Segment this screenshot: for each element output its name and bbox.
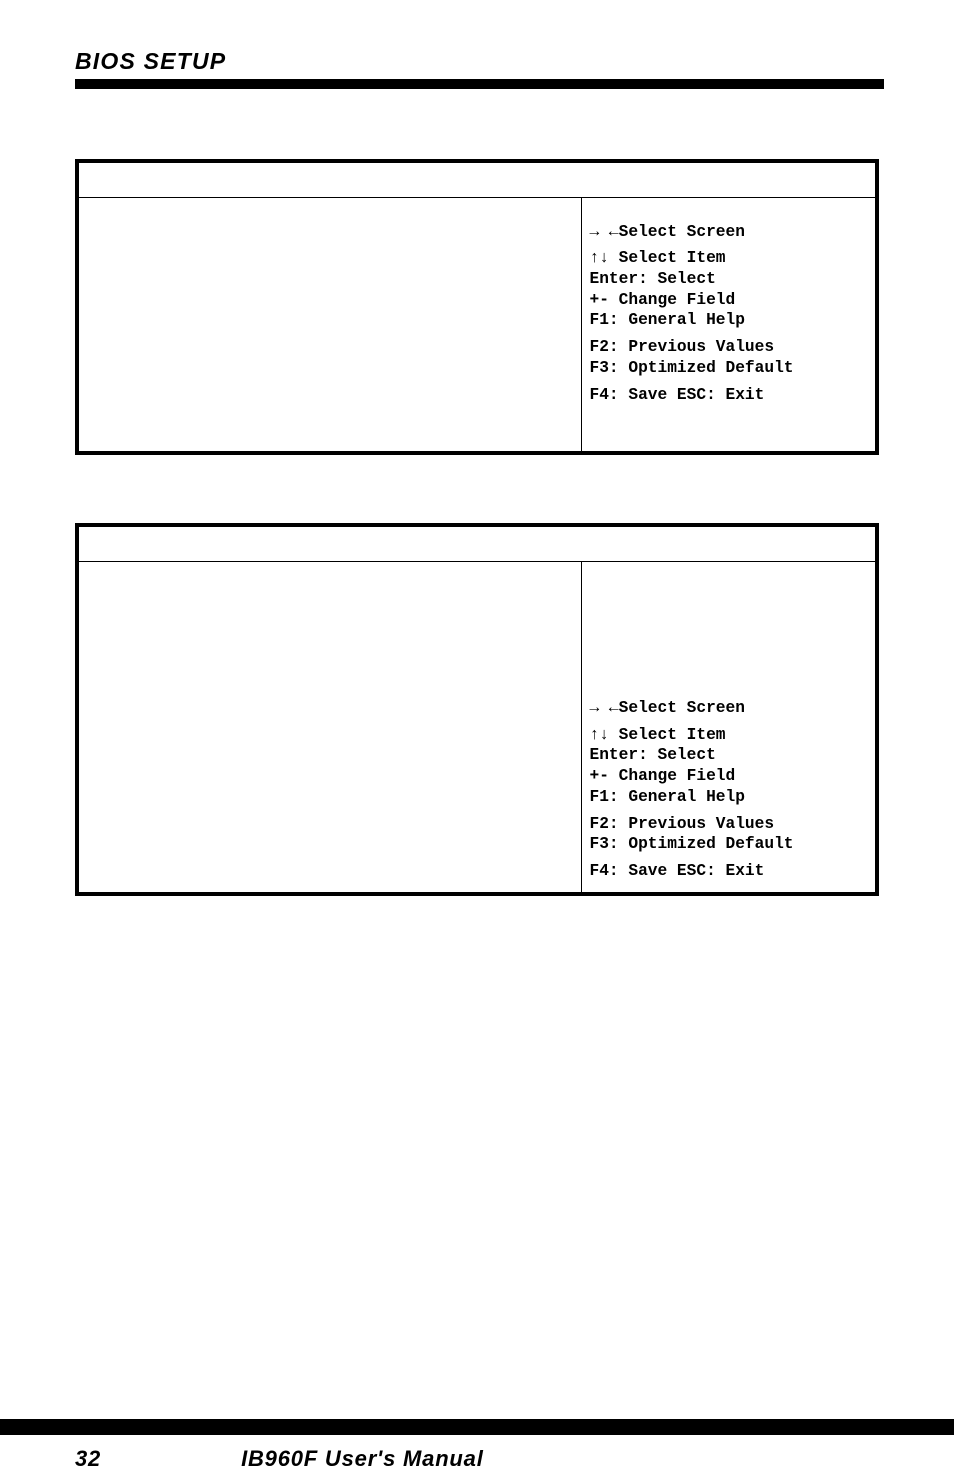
help-block: → ←Select Screen ↑↓ Select Item Enter: S…	[590, 204, 868, 442]
table-header-row	[77, 161, 877, 197]
table-header-cell	[77, 525, 877, 561]
table-help-cell: → ←Select Screen ↑↓ Select Item Enter: S…	[581, 561, 877, 893]
bios-table-1: → ←Select Screen ↑↓ Select Item Enter: S…	[75, 159, 879, 455]
help-select-screen: → ←Select Screen	[590, 698, 868, 719]
help-change-field: +- Change Field	[590, 290, 868, 311]
table-left-cell	[77, 561, 581, 893]
header-section: BIOS SETUP	[0, 0, 954, 89]
table-header-row	[77, 525, 877, 561]
footer: 32 IB960F User's Manual	[0, 1446, 954, 1472]
table-body-row: → ←Select Screen ↑↓ Select Item Enter: S…	[77, 197, 877, 453]
help-enter: Enter: Select	[590, 745, 868, 766]
header-divider	[75, 79, 884, 89]
help-block: → ←Select Screen ↑↓ Select Item Enter: S…	[590, 568, 868, 882]
help-general-help: F1: General Help	[590, 787, 868, 808]
help-enter: Enter: Select	[590, 269, 868, 290]
table-header-cell	[77, 161, 877, 197]
help-select-item: ↑↓ Select Item	[590, 725, 868, 746]
help-optimized-default: F3: Optimized Default	[590, 358, 868, 379]
help-general-help: F1: General Help	[590, 310, 868, 331]
help-save-exit: F4: Save ESC: Exit	[590, 861, 868, 882]
table-help-cell: → ←Select Screen ↑↓ Select Item Enter: S…	[581, 197, 877, 453]
table-left-cell	[77, 197, 581, 453]
help-save-exit: F4: Save ESC: Exit	[590, 385, 868, 406]
tables-container: → ←Select Screen ↑↓ Select Item Enter: S…	[0, 89, 954, 896]
help-select-item: ↑↓ Select Item	[590, 248, 868, 269]
bios-table-2: → ←Select Screen ↑↓ Select Item Enter: S…	[75, 523, 879, 895]
help-select-screen: → ←Select Screen	[590, 222, 868, 243]
help-previous-values: F2: Previous Values	[590, 337, 868, 358]
footer-divider	[0, 1419, 954, 1435]
help-optimized-default: F3: Optimized Default	[590, 834, 868, 855]
manual-title: IB960F User's Manual	[241, 1446, 484, 1472]
page-number: 32	[75, 1446, 101, 1472]
help-previous-values: F2: Previous Values	[590, 814, 868, 835]
section-title: BIOS SETUP	[75, 48, 884, 75]
help-change-field: +- Change Field	[590, 766, 868, 787]
table-body-row: → ←Select Screen ↑↓ Select Item Enter: S…	[77, 561, 877, 893]
